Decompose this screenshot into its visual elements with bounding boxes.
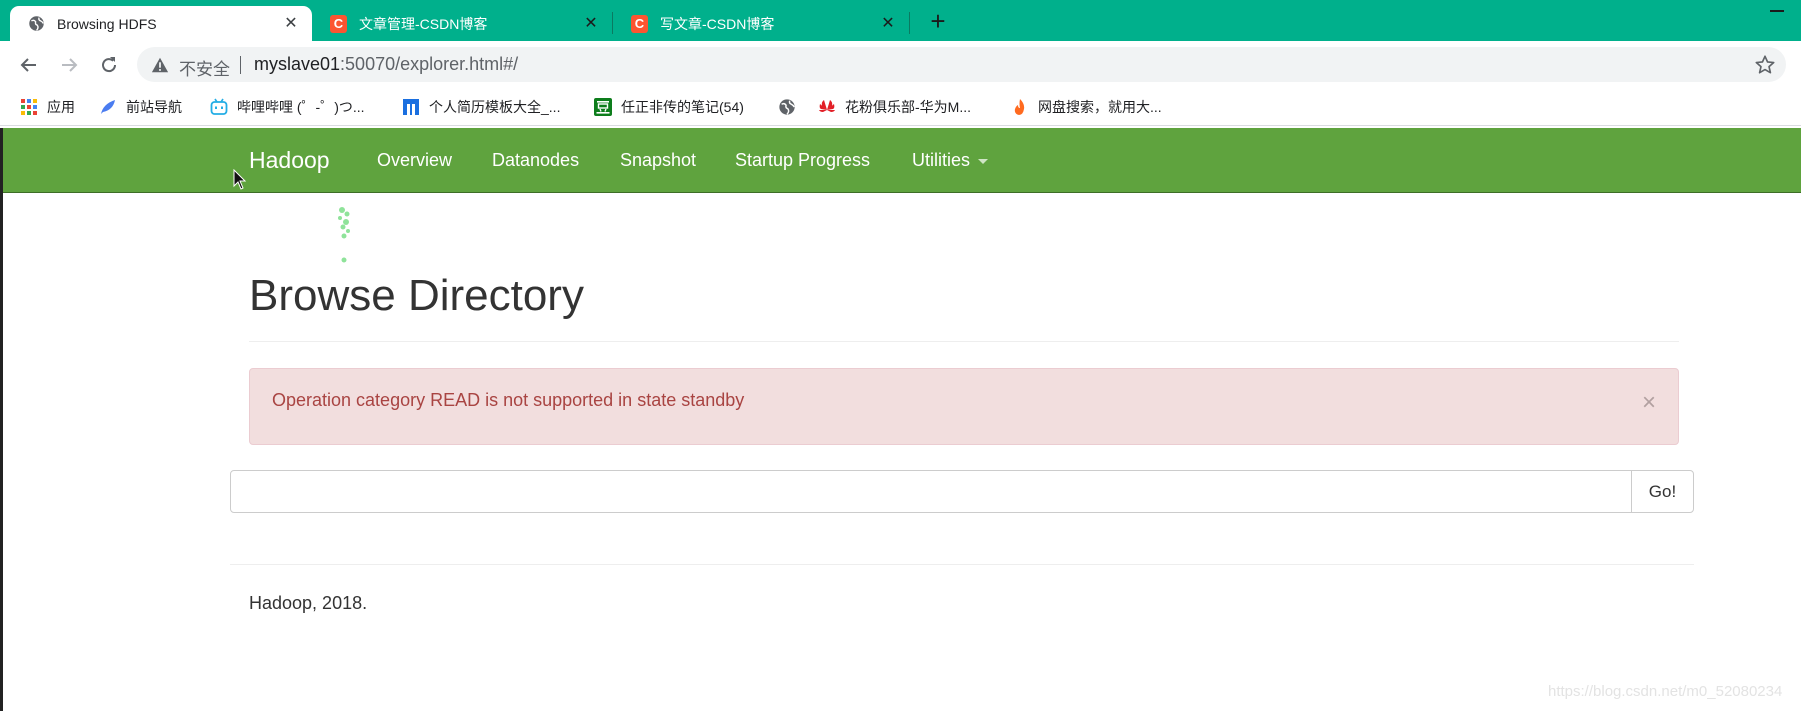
close-tab-icon[interactable]: ✕ — [282, 15, 300, 33]
page-footer: Hadoop, 2018. — [249, 593, 368, 613]
bookmark-douban[interactable]: 任正非传的笔记(54) — [594, 94, 744, 120]
alert-close-button[interactable]: × — [1642, 391, 1656, 415]
bookmark-label: 花粉俱乐部-华为M... — [845, 99, 971, 115]
bookmarks-bar: 应用 前站导航 哔哩哔哩 (゜-゜)つ... 个人简历模板大全_... 任正非传… — [0, 88, 1801, 126]
navbar-brand[interactable]: Hadoop — [249, 147, 330, 174]
hadoop-navbar: Hadoop Overview Datanodes Snapshot Start… — [3, 128, 1801, 193]
browser-toolbar: 不安全 myslave01:50070/explorer.html#/ — [0, 41, 1801, 88]
caret-down-icon — [978, 158, 989, 164]
address-bar[interactable]: 不安全 myslave01:50070/explorer.html#/ — [137, 47, 1786, 82]
tab-title: 写文章-CSDN博客 — [660, 15, 775, 32]
resume-icon — [402, 98, 420, 116]
tab-separator — [909, 12, 910, 34]
globe-icon — [778, 98, 796, 116]
nav-utilities[interactable]: Utilities — [912, 150, 989, 171]
go-button[interactable]: Go! — [1631, 470, 1694, 513]
bookmark-label: 哔哩哔哩 (゜-゜)つ... — [237, 99, 365, 115]
divider — [230, 564, 1694, 565]
tab-write-article[interactable]: C 写文章-CSDN博客 ✕ — [613, 6, 909, 41]
reload-icon — [102, 57, 117, 73]
close-tab-icon[interactable]: ✕ — [582, 15, 600, 33]
security-label: 不安全 — [179, 60, 230, 79]
nav-utilities-label: Utilities — [912, 150, 971, 170]
bookmark-huawei[interactable]: 花粉俱乐部-华为M... — [818, 94, 971, 120]
bookmark-label: 网盘搜索，就用大... — [1038, 99, 1162, 115]
warning-icon — [151, 57, 169, 73]
error-alert: Operation category READ is not supported… — [249, 368, 1679, 445]
close-tab-icon[interactable]: ✕ — [879, 15, 897, 33]
nav-datanodes[interactable]: Datanodes — [492, 150, 579, 171]
bookmark-label: 个人简历模板大全_... — [429, 99, 561, 115]
nav-overview[interactable]: Overview — [377, 150, 452, 171]
douban-icon — [594, 98, 612, 116]
bookmark-label: 任正非传的笔记(54) — [621, 99, 744, 115]
tab-title: 文章管理-CSDN博客 — [359, 15, 488, 32]
forward-button[interactable] — [54, 50, 84, 80]
directory-path-input[interactable] — [230, 470, 1632, 513]
bookmark-wangpan[interactable]: 网盘搜索，就用大... — [1011, 94, 1162, 120]
apps-grid-icon — [20, 98, 38, 116]
url-host: myslave01 — [254, 54, 341, 74]
directory-search-group: Go! — [230, 470, 1694, 513]
bookmark-globe[interactable] — [778, 94, 805, 120]
nav-snapshot[interactable]: Snapshot — [620, 150, 696, 171]
bookmark-star-icon[interactable] — [1754, 54, 1776, 76]
url-text: myslave01:50070/explorer.html#/ — [254, 54, 518, 75]
alert-message: Operation category READ is not supported… — [272, 390, 745, 410]
tab-strip: Browsing HDFS ✕ C 文章管理-CSDN博客 ✕ C 写文章-CS… — [0, 0, 1801, 41]
nav-startup-progress[interactable]: Startup Progress — [735, 150, 870, 171]
url-path: :50070/explorer.html#/ — [340, 54, 519, 74]
page-viewport: Hadoop Overview Datanodes Snapshot Start… — [0, 128, 1801, 711]
bookmark-qianzhan[interactable]: 前站导航 — [99, 94, 182, 120]
tab-title: Browsing HDFS — [57, 15, 157, 32]
bookmark-bilibili[interactable]: 哔哩哔哩 (゜-゜)つ... — [210, 94, 365, 120]
minimize-window-button[interactable] — [1770, 10, 1784, 12]
mouse-cursor-icon — [233, 169, 247, 190]
arrow-left-icon — [20, 58, 36, 72]
bookmark-resume[interactable]: 个人简历模板大全_... — [402, 94, 560, 120]
bookmark-apps[interactable]: 应用 — [20, 94, 75, 120]
sparkle-decoration-icon — [338, 207, 350, 263]
fire-icon — [1011, 98, 1029, 116]
back-button[interactable] — [14, 50, 44, 80]
csdn-icon: C — [330, 14, 347, 33]
arrow-right-icon — [62, 58, 78, 72]
divider — [240, 56, 241, 74]
divider — [249, 341, 1679, 342]
csdn-icon: C — [631, 14, 648, 33]
bookmark-label: 前站导航 — [126, 99, 182, 115]
tab-article-management[interactable]: C 文章管理-CSDN博客 ✕ — [312, 6, 612, 41]
globe-icon — [28, 15, 45, 32]
watermark: https://blog.csdn.net/m0_52080234 — [1548, 683, 1783, 700]
tab-browsing-hdfs[interactable]: Browsing HDFS ✕ — [10, 6, 312, 41]
bilibili-icon — [210, 98, 228, 116]
reload-button[interactable] — [94, 50, 124, 80]
page-title: Browse Directory — [249, 271, 584, 320]
feather-icon — [99, 98, 117, 116]
bookmark-label: 应用 — [47, 99, 75, 115]
huawei-icon — [818, 98, 836, 116]
new-tab-button[interactable]: + — [924, 8, 952, 36]
